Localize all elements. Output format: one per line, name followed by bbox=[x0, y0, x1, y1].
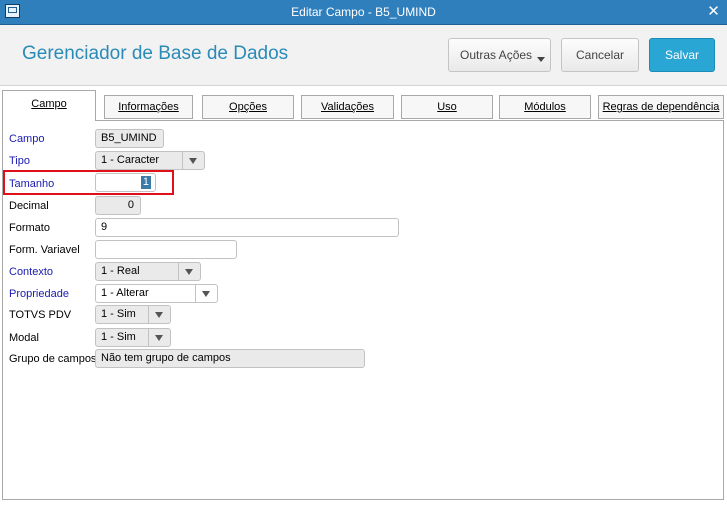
tab-validacoes[interactable]: Validações bbox=[301, 95, 394, 119]
contexto-label: Contexto bbox=[9, 266, 54, 278]
modal-select[interactable]: 1 - Sim bbox=[95, 328, 171, 347]
grupo-campos-field: Não tem grupo de campos bbox=[95, 349, 365, 368]
tab-opcoes[interactable]: Opções bbox=[202, 95, 294, 119]
highlight-box bbox=[3, 170, 174, 195]
totvs-pdv-select[interactable]: 1 - Sim bbox=[95, 305, 171, 324]
chevron-down-icon bbox=[148, 329, 170, 346]
tab-uso[interactable]: Uso bbox=[401, 95, 493, 119]
formato-label: Formato bbox=[9, 222, 50, 234]
save-button[interactable]: Salvar bbox=[649, 38, 715, 72]
chevron-down-icon bbox=[148, 306, 170, 323]
page-title: Gerenciador de Base de Dados bbox=[22, 43, 289, 64]
campo-field: B5_UMIND bbox=[95, 129, 164, 148]
close-button[interactable]: ✕ bbox=[705, 3, 722, 20]
modal-label: Modal bbox=[9, 332, 39, 344]
tipo-select[interactable]: 1 - Caracter bbox=[95, 151, 205, 170]
window-title: Editar Campo - B5_UMIND bbox=[291, 5, 436, 19]
modal-value: 1 - Sim bbox=[101, 331, 136, 343]
tab-regras-dependencia[interactable]: Regras de dependência bbox=[598, 95, 724, 119]
formato-field[interactable]: 9 bbox=[95, 218, 399, 237]
grupo-campos-label: Grupo de campos bbox=[9, 353, 97, 365]
tab-campo[interactable]: Campo bbox=[2, 90, 96, 121]
chevron-down-icon bbox=[178, 263, 200, 280]
form-variavel-label: Form. Variavel bbox=[9, 244, 80, 256]
tab-modulos[interactable]: Módulos bbox=[499, 95, 591, 119]
propriedade-value: 1 - Alterar bbox=[101, 287, 149, 299]
other-actions-button[interactable]: Outras Ações bbox=[448, 38, 551, 72]
contexto-value: 1 - Real bbox=[101, 265, 140, 277]
title-bar: Editar Campo - B5_UMIND ✕ bbox=[0, 0, 727, 25]
chevron-down-icon bbox=[537, 57, 545, 62]
chevron-down-icon bbox=[182, 152, 204, 169]
propriedade-label: Propriedade bbox=[9, 288, 69, 300]
tab-informacoes[interactable]: Informações bbox=[104, 95, 193, 119]
form-variavel-field[interactable] bbox=[95, 240, 237, 259]
other-actions-label: Outras Ações bbox=[460, 48, 533, 62]
campo-label: Campo bbox=[9, 133, 45, 145]
totvs-pdv-label: TOTVS PDV bbox=[9, 309, 72, 321]
cancel-button[interactable]: Cancelar bbox=[561, 38, 639, 72]
decimal-field: 0 bbox=[95, 196, 141, 215]
tipo-label: Tipo bbox=[9, 155, 30, 167]
tab-bar: Campo Informações Opções Validações Uso … bbox=[0, 90, 727, 121]
propriedade-select[interactable]: 1 - Alterar bbox=[95, 284, 218, 303]
contexto-select[interactable]: 1 - Real bbox=[95, 262, 201, 281]
page-header: Gerenciador de Base de Dados Outras Açõe… bbox=[0, 25, 727, 86]
chevron-down-icon bbox=[195, 285, 217, 302]
tipo-value: 1 - Caracter bbox=[101, 154, 160, 166]
decimal-label: Decimal bbox=[9, 200, 49, 212]
totvs-pdv-value: 1 - Sim bbox=[101, 308, 136, 320]
